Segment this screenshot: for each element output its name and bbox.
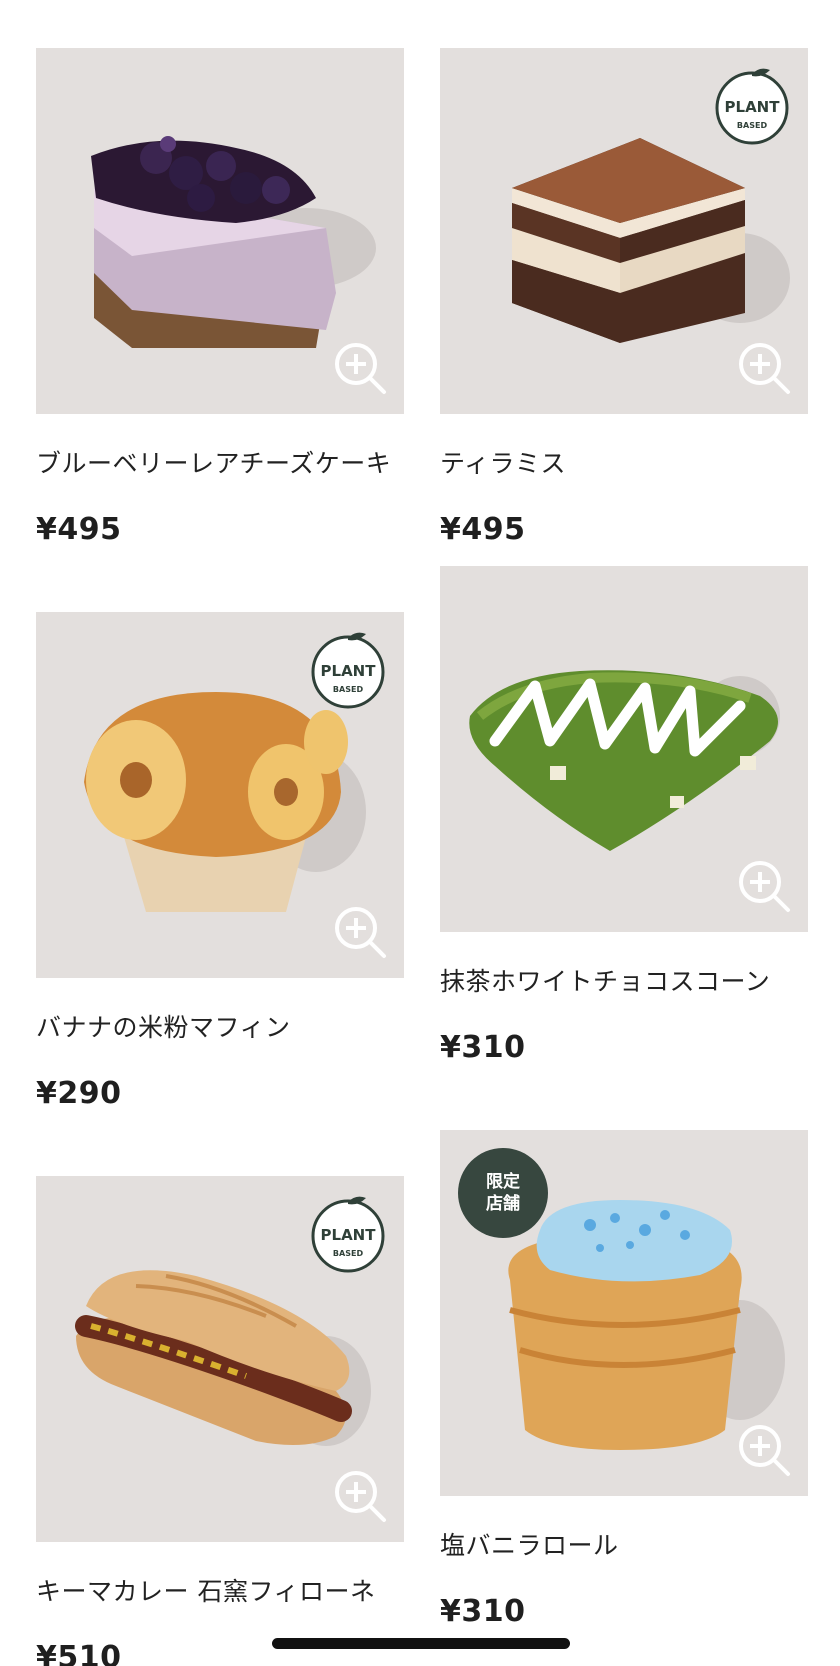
zoom-in-icon[interactable] — [736, 340, 792, 396]
product-image[interactable]: PLANT BASED — [440, 48, 808, 414]
product-card[interactable]: 限定 店舗 塩バニラロール ¥310 — [440, 1130, 808, 1629]
zoom-in-icon[interactable] — [332, 340, 388, 396]
home-indicator[interactable] — [272, 1638, 570, 1649]
product-name[interactable]: バナナの米粉マフィン — [36, 1008, 404, 1044]
product-name[interactable]: ブルーベリーレアチーズケーキ — [36, 444, 404, 480]
product-grid: ブルーベリーレアチーズケーキ ¥495 PLANT BASED ティラミス ¥4… — [0, 0, 840, 1666]
product-price: ¥310 — [440, 1030, 526, 1065]
product-image[interactable]: 限定 店舗 — [440, 1130, 808, 1496]
product-image[interactable] — [440, 566, 808, 932]
product-name[interactable]: ティラミス — [440, 444, 808, 480]
plant-based-badge-icon: PLANT BASED — [311, 1196, 385, 1273]
plant-based-badge-icon: PLANT BASED — [715, 68, 789, 145]
product-card[interactable]: PLANT BASED ティラミス ¥495 — [440, 48, 808, 547]
product-image[interactable] — [36, 48, 404, 414]
product-name[interactable]: 抹茶ホワイトチョコスコーン — [440, 962, 808, 998]
plant-badge-text: PLANT — [725, 98, 781, 116]
product-card[interactable]: PLANT BASED キーマカレー 石窯フィローネ ¥510 — [36, 1176, 404, 1666]
plant-badge-subtext: BASED — [333, 685, 364, 694]
product-image[interactable]: PLANT BASED — [36, 1176, 404, 1542]
product-price: ¥290 — [36, 1076, 122, 1111]
limited-store-badge: 限定 店舗 — [458, 1148, 548, 1238]
plant-badge-subtext: BASED — [333, 1249, 364, 1258]
zoom-in-icon[interactable] — [332, 1468, 388, 1524]
product-name[interactable]: 塩バニラロール — [440, 1526, 808, 1562]
product-name[interactable]: キーマカレー 石窯フィローネ — [36, 1572, 404, 1608]
product-price: ¥310 — [440, 1594, 526, 1629]
product-card[interactable]: PLANT BASED バナナの米粉マフィン ¥290 — [36, 612, 404, 1111]
product-card[interactable]: ブルーベリーレアチーズケーキ ¥495 — [36, 48, 404, 547]
zoom-in-icon[interactable] — [736, 858, 792, 914]
plant-based-badge-icon: PLANT BASED — [311, 632, 385, 709]
plant-badge-text: PLANT — [321, 1226, 377, 1244]
plant-badge-subtext: BASED — [737, 121, 768, 130]
product-card[interactable]: 抹茶ホワイトチョコスコーン ¥310 — [440, 566, 808, 1065]
product-price: ¥495 — [440, 512, 526, 547]
product-image[interactable]: PLANT BASED — [36, 612, 404, 978]
zoom-in-icon[interactable] — [332, 904, 388, 960]
product-price: ¥495 — [36, 512, 122, 547]
zoom-in-icon[interactable] — [736, 1422, 792, 1478]
plant-badge-text: PLANT — [321, 662, 377, 680]
